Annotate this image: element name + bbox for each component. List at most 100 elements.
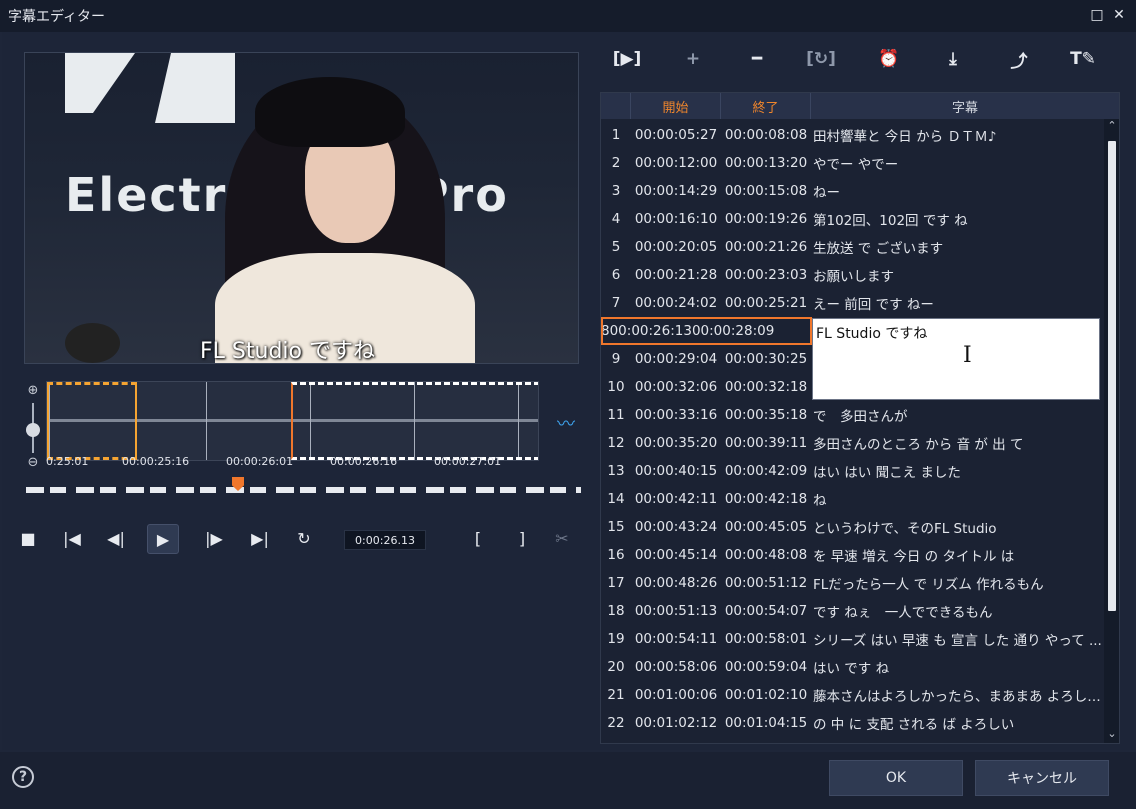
text-style-icon[interactable]: T✎ xyxy=(1066,44,1100,74)
table-row[interactable]: 14 00:00:42:11 00:00:42:18 ね xyxy=(601,485,1104,513)
cell-num: 20 xyxy=(607,659,625,675)
table-row[interactable]: 22 00:01:02:12 00:01:04:15 の 中 に 支配 される ば よ… xyxy=(601,709,1104,737)
cell-end: 00:00:59:04 xyxy=(724,659,808,675)
header-start[interactable]: 開始 xyxy=(631,93,721,119)
table-row[interactable]: 8 00:00:26:13 00:00:28:09 xyxy=(601,317,812,345)
table-row[interactable]: 20 00:00:58:06 00:00:59:04 はい です ね xyxy=(601,653,1104,681)
time-offset-icon[interactable]: ⏰ xyxy=(872,44,906,74)
scissors-icon[interactable]: ✂ xyxy=(548,524,576,552)
export-icon[interactable]: ⤴ xyxy=(1002,44,1036,74)
cell-start: 00:00:05:27 xyxy=(634,127,718,143)
cell-start: 00:00:26:13 xyxy=(609,323,692,339)
table-row[interactable]: 2 00:00:12:00 00:00:13:20 やでー やでー xyxy=(601,149,1104,177)
cell-num: 14 xyxy=(607,491,625,507)
subtitle-edit-field[interactable]: FL Studio ですね I xyxy=(812,318,1100,400)
close-icon[interactable]: ✕ xyxy=(1108,4,1130,26)
cell-start: 00:00:20:05 xyxy=(634,239,718,255)
table-row[interactable]: 18 00:00:51:13 00:00:54:07 です ねぇ 一人でできるもん xyxy=(601,597,1104,625)
cell-num: 4 xyxy=(611,211,621,227)
waveform[interactable] xyxy=(46,381,539,461)
cell-text: の 中 に 支配 される ば よろしい xyxy=(813,717,1015,733)
cell-num: 9 xyxy=(611,351,621,367)
cell-num: 22 xyxy=(607,715,625,731)
editor-body: Electric und Pro FL Studio ですね ⊕ ⊖ xyxy=(2,32,1134,750)
mark-out-icon[interactable]: ] xyxy=(508,524,536,552)
table-row[interactable]: 3 00:00:14:29 00:00:15:08 ねー xyxy=(601,177,1104,205)
cell-end: 00:00:25:21 xyxy=(724,295,808,311)
subtitle-segment[interactable] xyxy=(47,382,137,460)
subtitle-overlay: FL Studio ですね xyxy=(200,339,375,364)
cell-start: 00:00:40:15 xyxy=(634,463,718,479)
cell-text: お願いします xyxy=(813,269,894,285)
cell-num: 13 xyxy=(607,463,625,479)
cell-end: 00:00:28:09 xyxy=(691,323,775,339)
table-row[interactable]: 12 00:00:35:20 00:00:39:11 多田さんのところ から 音 が … xyxy=(601,429,1104,457)
help-icon[interactable]: ? xyxy=(12,766,34,788)
remove-icon[interactable]: ━ xyxy=(740,44,774,74)
table-row[interactable]: 1 00:00:05:27 00:00:08:08 田村響華と 今日 から ＤＴＭ♪ xyxy=(601,121,1104,149)
mark-in-icon[interactable]: [ xyxy=(464,524,492,552)
subtitle-table: 開始 終了 字幕 1 00:00:05:27 00:00:08:08 田村響華と 今日… xyxy=(600,92,1120,744)
title-bar: 字幕エディター □ ✕ xyxy=(0,0,1136,32)
zoom-control: ⊕ ⊖ xyxy=(24,383,42,473)
play-button[interactable]: ▶ xyxy=(147,524,179,554)
audio-waveform-icon[interactable]: 〰 xyxy=(557,410,575,436)
timeline-tick: 00:00:27:01 xyxy=(434,455,502,468)
zoom-slider-knob[interactable] xyxy=(26,423,40,437)
timeline-tick: 00:00:26:01 xyxy=(226,455,294,468)
table-row[interactable]: 21 00:01:00:06 00:01:02:10 藤本さんはよろしかったら、まあま… xyxy=(601,681,1104,709)
table-row[interactable]: 15 00:00:43:24 00:00:45:05 というわけで、そのFL Stud… xyxy=(601,513,1104,541)
table-scrollbar[interactable]: ⌃ ⌄ xyxy=(1104,119,1119,743)
scroll-up-icon[interactable]: ⌃ xyxy=(1104,119,1119,135)
repeat-icon[interactable]: ↻ xyxy=(290,524,318,552)
zoom-out-icon[interactable]: ⊖ xyxy=(24,455,42,471)
stop-icon[interactable]: ■ xyxy=(14,524,42,552)
cell-num: 8 xyxy=(601,323,610,339)
cell-num: 10 xyxy=(607,379,625,395)
step-back-icon[interactable]: ◀| xyxy=(102,524,130,552)
ok-button[interactable]: OK xyxy=(829,760,963,796)
cell-text: 第102回、102回 です ね xyxy=(813,213,968,229)
play-subtitle-icon[interactable]: [▶] xyxy=(610,44,644,74)
table-row[interactable]: 17 00:00:48:26 00:00:51:12 FLだったら一人 で リズム 作… xyxy=(601,569,1104,597)
cell-start: 00:01:02:12 xyxy=(634,715,718,731)
maximize-icon[interactable]: □ xyxy=(1086,4,1108,26)
header-text[interactable]: 字幕 xyxy=(811,93,1119,119)
cell-text: を 早速 増え 今日 の タイトル は xyxy=(813,549,1015,565)
cell-text: というわけで、そのFL Studio xyxy=(813,521,997,537)
table-row[interactable]: 7 00:00:24:02 00:00:25:21 えー 前回 です ねー xyxy=(601,289,1104,317)
table-row[interactable]: 13 00:00:40:15 00:00:42:09 はい はい 聞こえ ました xyxy=(601,457,1104,485)
cancel-button[interactable]: キャンセル xyxy=(975,760,1109,796)
cell-end: 00:00:15:08 xyxy=(724,183,808,199)
import-icon[interactable]: ⤓ xyxy=(936,44,970,74)
cell-start: 00:00:42:11 xyxy=(634,491,718,507)
cell-end: 00:00:51:12 xyxy=(724,575,808,591)
cell-num: 15 xyxy=(607,519,625,535)
scroll-down-icon[interactable]: ⌄ xyxy=(1104,727,1119,743)
cell-text: えー 前回 です ねー xyxy=(813,297,934,313)
subtitle-segment-selected[interactable] xyxy=(291,382,538,460)
cell-end: 00:01:02:10 xyxy=(724,687,808,703)
skip-to-end-icon[interactable]: ▶| xyxy=(246,524,274,552)
cell-num: 19 xyxy=(607,631,625,647)
table-row[interactable]: 19 00:00:54:11 00:00:58:01 シリーズ はい 早速 も 宣言 … xyxy=(601,625,1104,653)
cell-end: 00:00:48:08 xyxy=(724,547,808,563)
scroll-thumb[interactable] xyxy=(1108,141,1116,611)
table-row[interactable]: 5 00:00:20:05 00:00:21:26 生放送 で ございます xyxy=(601,233,1104,261)
cell-start: 00:00:43:24 xyxy=(634,519,718,535)
step-forward-icon[interactable]: |▶ xyxy=(200,524,228,552)
add-icon[interactable]: + xyxy=(676,44,710,74)
table-row[interactable]: 6 00:00:21:28 00:00:23:03 お願いします xyxy=(601,261,1104,289)
table-row[interactable]: 16 00:00:45:14 00:00:48:08 を 早速 増え 今日 の タイト… xyxy=(601,541,1104,569)
header-end[interactable]: 終了 xyxy=(721,93,811,119)
merge-icon[interactable]: [↻] xyxy=(804,44,838,74)
table-row[interactable]: 4 00:00:16:10 00:00:19:26 第102回、102回 です ね xyxy=(601,205,1104,233)
timecode-input[interactable]: 0:00:26.13 xyxy=(344,530,426,550)
cell-text: やでー やでー xyxy=(813,157,899,173)
cell-start: 00:00:35:20 xyxy=(634,435,718,451)
table-row[interactable]: 11 00:00:33:16 00:00:35:18 で 多田さんが xyxy=(601,401,1104,429)
zoom-in-icon[interactable]: ⊕ xyxy=(24,383,42,399)
scrub-bar[interactable] xyxy=(26,487,581,493)
skip-to-start-icon[interactable]: |◀ xyxy=(58,524,86,552)
cell-num: 3 xyxy=(611,183,621,199)
